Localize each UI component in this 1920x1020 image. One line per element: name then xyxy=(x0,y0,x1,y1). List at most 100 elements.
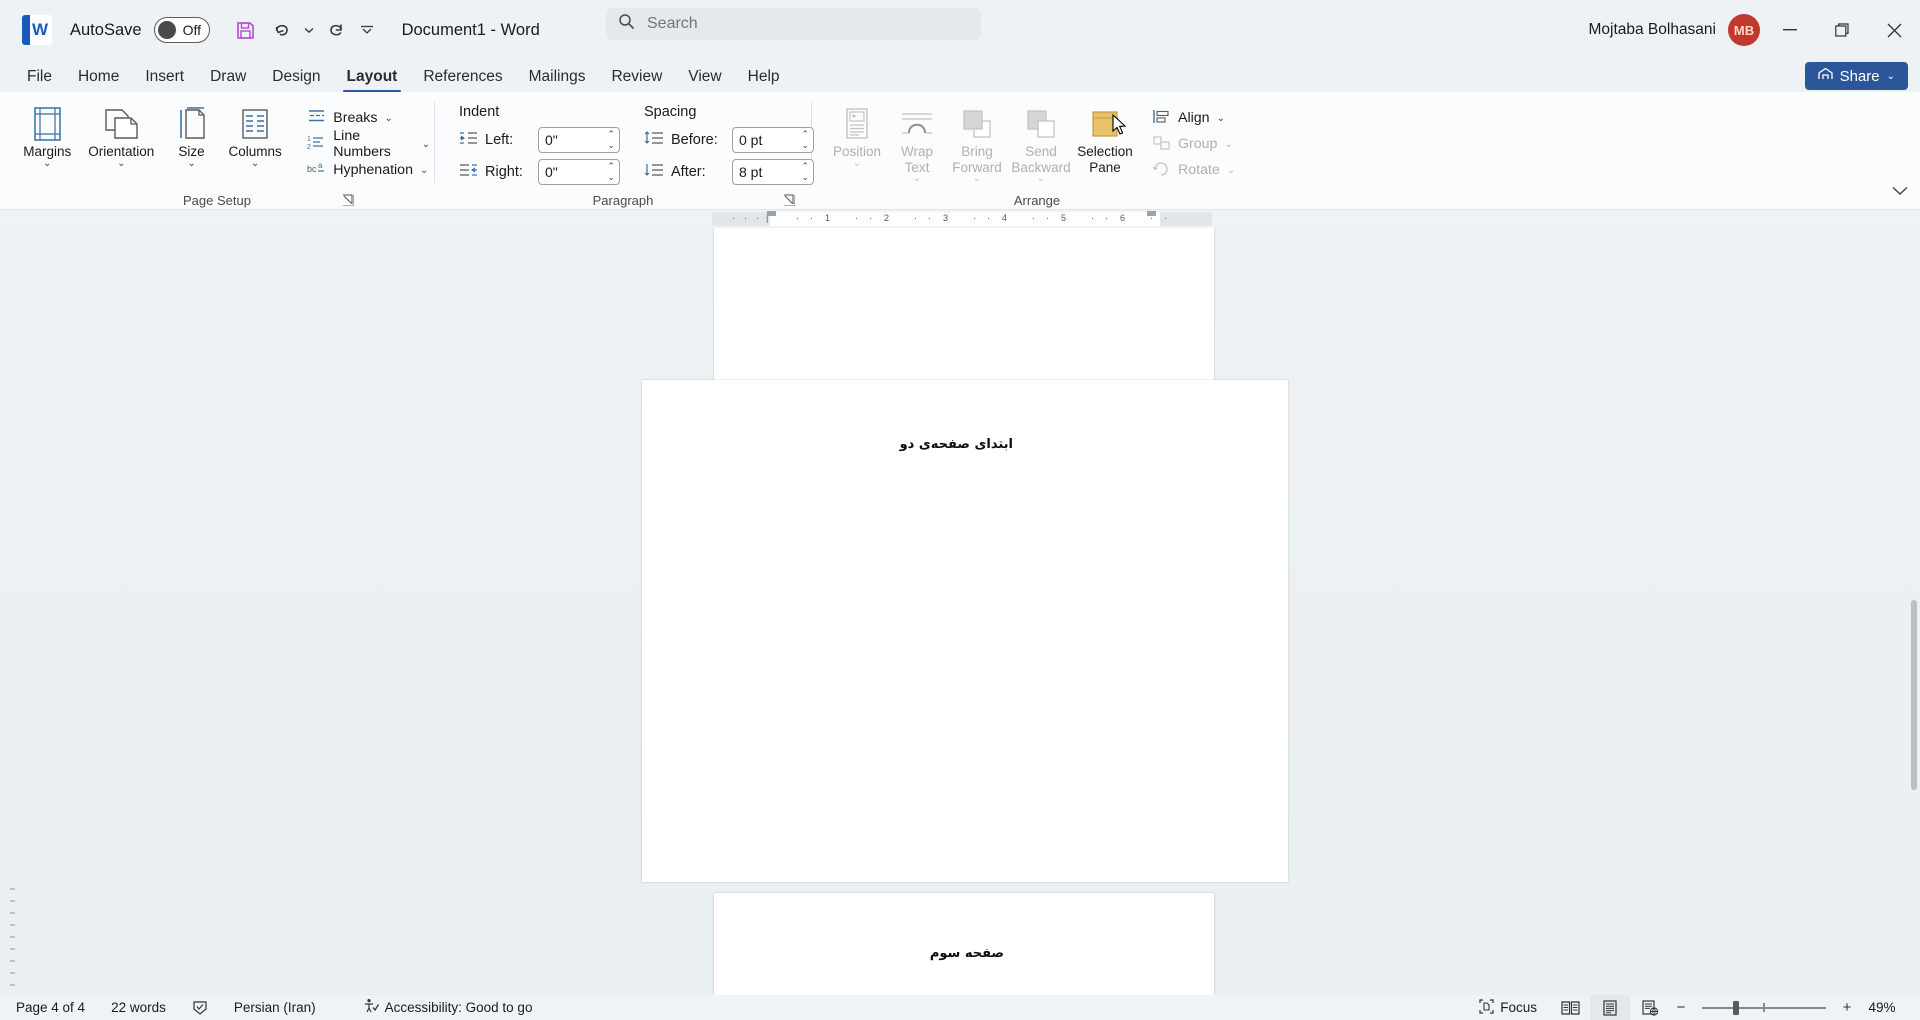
tab-view[interactable]: View xyxy=(675,62,734,92)
tab-references[interactable]: References xyxy=(410,62,515,92)
title-bar: W AutoSave Off Document1 - Word Search M… xyxy=(0,0,1920,60)
paragraph-dialog-launcher[interactable] xyxy=(783,194,797,208)
spacing-before-input[interactable]: 0 pt ⌃ ⌄ xyxy=(732,127,814,153)
tab-help[interactable]: Help xyxy=(735,62,793,92)
print-layout-icon[interactable] xyxy=(1590,995,1630,1020)
search-input[interactable] xyxy=(647,15,947,33)
tab-insert[interactable]: Insert xyxy=(132,62,197,92)
focus-icon xyxy=(1479,998,1494,1017)
zoom-out-button[interactable]: − xyxy=(1670,999,1692,1016)
indent-right-label: Right: xyxy=(485,164,523,180)
breaks-label: Breaks xyxy=(333,110,378,126)
restore-button[interactable] xyxy=(1816,0,1868,60)
focus-button[interactable]: Focus xyxy=(1466,995,1550,1020)
zoom-slider-midpoint xyxy=(1763,1003,1765,1012)
avatar[interactable]: MB xyxy=(1728,14,1760,46)
spacing-before-icon xyxy=(644,130,664,150)
zoom-slider[interactable] xyxy=(1702,995,1826,1020)
align-label: Align xyxy=(1178,110,1210,126)
arrange-group-label: Arrange xyxy=(1013,193,1061,208)
vertical-scrollbar-thumb[interactable] xyxy=(1911,600,1917,790)
tab-home[interactable]: Home xyxy=(65,62,132,92)
ribbon-group-arrange: Position ⌄ Wrap Text ⌄ Bring Forward ⌄ S… xyxy=(812,92,1262,210)
tab-draw[interactable]: Draw xyxy=(197,62,259,92)
indent-right-spinner[interactable]: ⌃ ⌄ xyxy=(607,161,615,183)
share-button[interactable]: Share ⌄ xyxy=(1804,62,1908,90)
document-canvas[interactable]: ابتدای صفحه‌ی دو صفحه سوم xyxy=(0,228,1920,995)
position-button: Position ⌄ xyxy=(826,98,888,183)
align-button[interactable]: Align ⌄ xyxy=(1148,105,1239,131)
size-icon xyxy=(175,104,209,144)
indent-left-spinner[interactable]: ⌃ ⌄ xyxy=(607,129,615,151)
autosave-toggle[interactable]: Off xyxy=(153,17,210,43)
page-info[interactable]: Page 4 of 4 xyxy=(0,995,98,1020)
tab-mailings[interactable]: Mailings xyxy=(516,62,599,92)
tab-design[interactable]: Design xyxy=(259,62,333,92)
columns-icon xyxy=(239,104,271,144)
align-chevron-icon[interactable]: ⌄ xyxy=(1217,113,1225,124)
vertical-scrollbar[interactable] xyxy=(1908,228,1920,995)
indent-left-label: Left: xyxy=(485,132,514,148)
tab-review[interactable]: Review xyxy=(598,62,675,92)
spacing-after-spinner[interactable]: ⌃ ⌄ xyxy=(801,161,809,183)
left-indent-marker[interactable] xyxy=(767,211,776,216)
zoom-level-label[interactable]: 49% xyxy=(1858,1000,1906,1015)
columns-chevron-icon[interactable]: ⌄ xyxy=(251,158,259,168)
ribbon-tabs: File Home Insert Draw Design Layout Refe… xyxy=(0,60,1920,93)
size-chevron-icon[interactable]: ⌄ xyxy=(187,158,195,168)
word-count[interactable]: 22 words xyxy=(98,995,179,1020)
group-button: Group ⌄ xyxy=(1148,131,1239,157)
margins-button[interactable]: Margins ⌄ xyxy=(14,98,80,183)
page-setup-dialog-launcher[interactable] xyxy=(342,194,356,208)
accessibility-status[interactable]: Accessibility: Good to go xyxy=(329,995,546,1020)
indent-left-input[interactable]: 0" ⌃ ⌄ xyxy=(538,127,620,153)
read-mode-icon[interactable] xyxy=(1550,995,1590,1020)
status-bar: Page 4 of 4 22 words Persian (Iran) Acce… xyxy=(0,995,1920,1020)
rotate-icon xyxy=(1152,160,1171,181)
page-two[interactable]: ابتدای صفحه‌ی دو xyxy=(642,380,1288,882)
share-label: Share xyxy=(1839,67,1880,85)
breaks-chevron-icon[interactable]: ⌄ xyxy=(384,113,392,124)
focus-label: Focus xyxy=(1500,1000,1537,1015)
redo-icon[interactable] xyxy=(318,12,354,48)
undo-icon[interactable] xyxy=(264,12,300,48)
minimize-button[interactable] xyxy=(1764,0,1816,60)
tab-layout[interactable]: Layout xyxy=(334,62,411,93)
save-icon[interactable] xyxy=(228,12,264,48)
account-area[interactable]: Mojtaba Bolhasani MB xyxy=(1588,0,1760,60)
language-label[interactable]: Persian (Iran) xyxy=(221,995,329,1020)
collapse-ribbon-button[interactable] xyxy=(1892,184,1908,199)
tab-file[interactable]: File xyxy=(14,62,65,92)
proofing-errors-icon[interactable] xyxy=(179,995,221,1020)
search-icon xyxy=(618,13,635,35)
web-layout-icon[interactable] xyxy=(1630,995,1670,1020)
right-indent-marker[interactable] xyxy=(1147,211,1156,216)
customize-quick-access-toolbar-icon[interactable] xyxy=(354,12,380,48)
spacing-before-spinner[interactable]: ⌃ ⌄ xyxy=(801,129,809,151)
selection-pane-button[interactable]: Selection Pane xyxy=(1074,98,1136,183)
zoom-slider-thumb[interactable] xyxy=(1733,1001,1739,1015)
indent-right-input[interactable]: 0" ⌃ ⌄ xyxy=(538,159,620,185)
hyphenation-button[interactable]: bc a Hyphenation ⌄ xyxy=(303,157,434,183)
margins-chevron-icon[interactable]: ⌄ xyxy=(43,158,51,168)
wrap-text-label-1: Wrap Text xyxy=(900,144,933,175)
orientation-button[interactable]: Orientation ⌄ xyxy=(80,98,162,183)
search-bar[interactable] xyxy=(606,8,981,40)
undo-dropdown-chevron-icon[interactable] xyxy=(300,12,318,48)
zoom-in-button[interactable]: + xyxy=(1836,999,1858,1016)
columns-button[interactable]: Columns ⌄ xyxy=(221,98,289,183)
align-icon xyxy=(1152,108,1171,129)
line-numbers-chevron-icon[interactable]: ⌄ xyxy=(422,139,430,150)
spacing-after-input[interactable]: 8 pt ⌃ ⌄ xyxy=(732,159,814,185)
indent-right-row: Right: 0" ⌃ ⌄ xyxy=(455,156,624,188)
indent-right-icon xyxy=(459,162,478,182)
hyphenation-chevron-icon[interactable]: ⌄ xyxy=(420,165,428,176)
ruler-ticks: | 1 2 3 4 5 6 · · · · · · · · · · · · · · · · · xyxy=(732,213,1167,223)
line-numbers-button[interactable]: 1 2 Line Numbers ⌄ xyxy=(303,128,434,160)
page-three[interactable]: صفحه سوم xyxy=(714,893,1214,995)
left-ruler-marks xyxy=(10,228,16,995)
orientation-chevron-icon[interactable]: ⌄ xyxy=(117,158,125,168)
window-controls xyxy=(1764,0,1920,60)
close-button[interactable] xyxy=(1868,0,1920,60)
size-button[interactable]: Size ⌄ xyxy=(162,98,221,183)
